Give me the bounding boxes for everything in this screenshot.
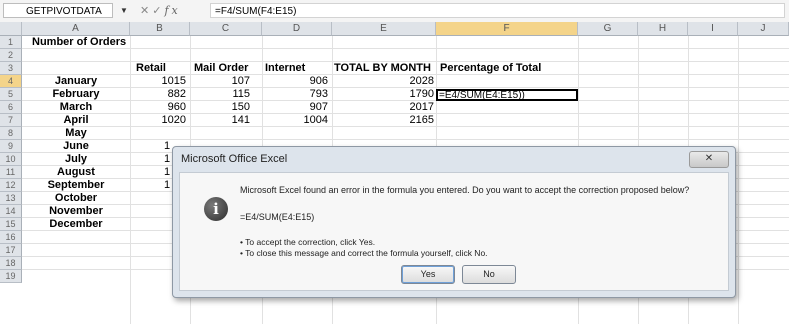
accept-instruction: • To accept the correction, click Yes. [240,237,376,247]
cell-mail-order[interactable]: 141 [190,114,250,127]
row-header[interactable]: 17 [0,244,22,257]
header-internet[interactable]: Internet [265,62,305,75]
row-header[interactable]: 15 [0,218,22,231]
row-header[interactable]: 1 [0,36,22,49]
month-label[interactable]: November [22,205,130,218]
row-header[interactable]: 7 [0,114,22,127]
decline-instruction: • To close this message and correct the … [240,248,488,258]
row-header[interactable]: 5 [0,88,22,101]
column-header-j[interactable]: J [738,22,789,36]
month-label[interactable]: May [22,127,130,140]
dialog-message: Microsoft Excel found an error in the fo… [240,185,690,195]
gridline [22,139,789,140]
formula-error-dialog: Microsoft Office Excel ✕ i Microsoft Exc… [172,146,736,298]
cell-internet[interactable]: 1004 [262,114,328,127]
month-label[interactable]: July [22,153,130,166]
column-header-g[interactable]: G [578,22,638,36]
cell-total[interactable]: 2165 [332,114,434,127]
cell-retail-partial[interactable]: 1 [164,166,170,179]
yes-button[interactable]: Yes [401,265,455,284]
cell-mail-order[interactable]: 150 [190,101,250,114]
cell-total[interactable]: 2028 [332,75,434,88]
column-header-b[interactable]: B [130,22,190,36]
row-header[interactable]: 18 [0,257,22,270]
month-label[interactable]: April [22,114,130,127]
chevron-down-icon[interactable]: ▼ [120,6,128,15]
active-cell-f4[interactable]: =E4/SUM(E4:E15)) [436,89,578,101]
name-box[interactable]: GETPIVOTDATA [3,3,113,18]
row-header[interactable]: 11 [0,166,22,179]
row-header[interactable]: 13 [0,192,22,205]
cell-internet[interactable]: 907 [262,101,328,114]
cell-mail-order[interactable]: 115 [190,88,250,101]
month-label[interactable]: August [22,166,130,179]
proposed-formula: =E4/SUM(E4:E15) [240,212,315,222]
cell-internet[interactable]: 793 [262,88,328,101]
row-header[interactable]: 4 [0,75,22,88]
month-label[interactable]: December [22,218,130,231]
gridline [22,48,789,49]
select-all-corner[interactable] [0,22,22,36]
month-label[interactable]: October [22,192,130,205]
cell-total[interactable]: 1790 [332,88,434,101]
info-icon: i [204,197,228,221]
month-label[interactable]: June [22,140,130,153]
enter-icon[interactable]: ✓ [152,5,164,17]
row-header[interactable]: 19 [0,270,22,283]
formula-bar: GETPIVOTDATA ▼ ✕✓fx =F4/SUM(F4:E15) [0,0,789,23]
dialog-body: i Microsoft Excel found an error in the … [179,172,729,291]
function-icon[interactable]: fx [164,4,180,17]
cell-retail[interactable]: 1020 [130,114,186,127]
gridline [738,36,739,324]
cell-retail-partial[interactable]: 1 [164,153,170,166]
row-header[interactable]: 10 [0,153,22,166]
header-mail-order[interactable]: Mail Order [194,62,248,75]
month-label[interactable]: February [22,88,130,101]
header-percentage-of-total[interactable]: Percentage of Total [440,62,541,75]
row-header[interactable]: 6 [0,101,22,114]
column-header-e[interactable]: E [332,22,436,36]
formula-bar-icons: ✕✓fx [140,4,181,17]
cell-total[interactable]: 2017 [332,101,434,114]
cancel-icon[interactable]: ✕ [140,5,152,17]
month-label[interactable]: September [22,179,130,192]
row-header[interactable]: 12 [0,179,22,192]
column-header-c[interactable]: C [190,22,262,36]
cell-mail-order[interactable]: 107 [190,75,250,88]
cell-retail-partial[interactable]: 1 [164,140,170,153]
month-label[interactable]: January [22,75,130,88]
cell-retail[interactable]: 882 [130,88,186,101]
column-header-h[interactable]: H [638,22,688,36]
column-header-i[interactable]: I [688,22,738,36]
formula-input[interactable]: =F4/SUM(F4:E15) [210,3,785,18]
cell-a1-title[interactable]: Number of Orders [32,36,126,49]
column-header-a[interactable]: A [22,22,130,36]
header-total-by-month[interactable]: TOTAL BY MONTH [334,62,431,75]
no-button[interactable]: No [462,265,516,284]
cell-retail[interactable]: 960 [130,101,186,114]
close-button[interactable]: ✕ [689,151,729,168]
cell-internet[interactable]: 906 [262,75,328,88]
row-header[interactable]: 3 [0,62,22,75]
row-header[interactable]: 8 [0,127,22,140]
cell-retail[interactable]: 1015 [130,75,186,88]
cell-retail-partial[interactable]: 1 [164,179,170,192]
header-retail[interactable]: Retail [136,62,166,75]
column-header-f[interactable]: F [436,22,578,36]
dialog-title: Microsoft Office Excel [181,153,288,165]
row-header[interactable]: 2 [0,49,22,62]
row-header[interactable]: 9 [0,140,22,153]
row-header[interactable]: 16 [0,231,22,244]
column-header-d[interactable]: D [262,22,332,36]
month-label[interactable]: March [22,101,130,114]
row-header[interactable]: 14 [0,205,22,218]
